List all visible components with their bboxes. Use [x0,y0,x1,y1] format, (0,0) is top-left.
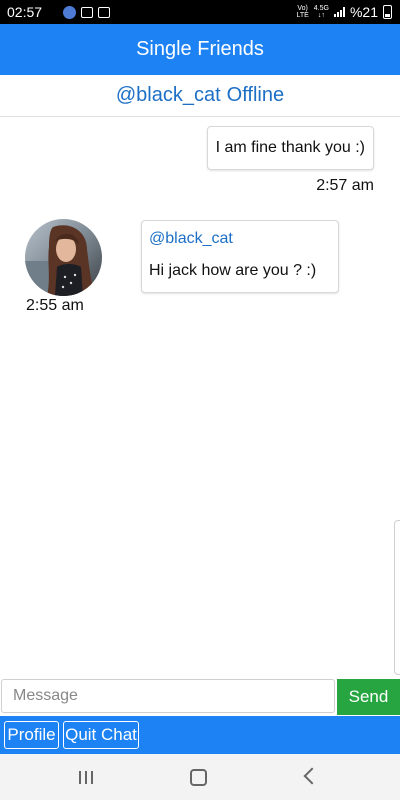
message-text: I am fine thank you :) [215,139,365,156]
notification-icons [63,5,110,19]
app-notification-icon [63,5,76,19]
system-nav-bar [0,754,400,800]
message-time: 2:57 am [316,177,374,194]
app-icon [98,6,110,18]
scroll-handle[interactable] [394,520,400,675]
send-button[interactable]: Send [337,679,400,715]
chat-header: @black_cat Offline [0,75,400,117]
profile-button[interactable]: Profile [4,721,59,749]
page-title: Single Friends [136,38,264,60]
battery-percent: %21 [349,4,378,20]
home-icon[interactable] [190,769,207,786]
gallery-icon [81,6,93,18]
app-header: Single Friends [0,24,400,75]
chat-status: Offline [226,84,285,106]
avatar[interactable] [25,219,102,296]
message-input[interactable] [1,679,335,713]
status-right: Vo) LTE 4.5G ↓↑ %21 [296,4,392,20]
recent-apps-icon[interactable] [79,771,95,784]
back-icon[interactable] [303,767,321,785]
message-time: 2:55 am [26,297,84,314]
status-bar: 02:57 Vo) LTE 4.5G ↓↑ %21 [0,0,400,24]
incoming-message: @black_cat Hi jack how are you ? :) [141,220,339,293]
message-text: Hi jack how are you ? :) [149,262,317,279]
bottom-toolbar: Profile Quit Chat [0,716,400,754]
network-indicator: 4.5G ↓↑ [313,5,329,19]
volte-indicator: Vo) LTE [296,5,309,19]
signal-bars-icon [333,7,345,17]
avatar-image [25,219,102,296]
status-time: 02:57 [7,4,43,20]
battery-icon [383,5,392,19]
quit-chat-button[interactable]: Quit Chat [63,721,139,749]
message-composer: Send [0,678,400,716]
chat-username[interactable]: @black_cat [116,84,221,107]
message-sender[interactable]: @black_cat [149,230,233,248]
outgoing-message: I am fine thank you :) [206,126,374,170]
chat-area[interactable]: I am fine thank you :) 2:57 am 2:55 am @… [0,117,400,678]
